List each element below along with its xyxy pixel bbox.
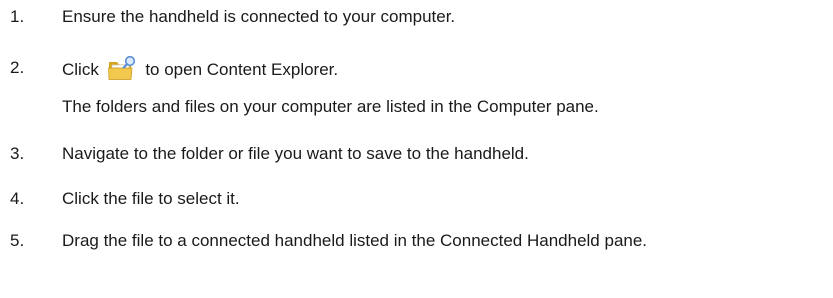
- step-text-after-icon: to open Content Explorer.: [145, 60, 339, 79]
- step-text: Click the file to select it.: [62, 189, 240, 208]
- step-text: Drag the file to a connected handheld li…: [62, 231, 648, 250]
- step-text: Click to open Content Explorer.: [62, 55, 338, 83]
- step-2-note: The folders and files on your computer a…: [62, 97, 599, 116]
- step-number: 4.: [10, 189, 25, 208]
- step-number: 1.: [10, 7, 25, 26]
- step-number: 3.: [10, 144, 25, 163]
- step-number: 2.: [10, 58, 25, 77]
- step-number: 5.: [10, 231, 25, 250]
- content-explorer-icon: [107, 55, 137, 81]
- step-text: Navigate to the folder or file you want …: [62, 144, 529, 163]
- step-text: Ensure the handheld is connected to your…: [62, 7, 456, 26]
- step-text-before-icon: Click: [62, 60, 99, 79]
